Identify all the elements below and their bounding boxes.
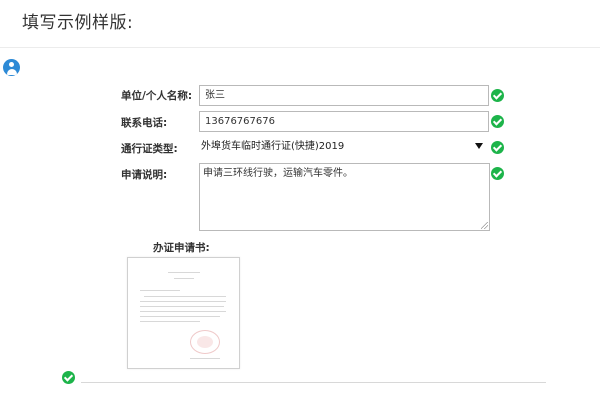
caret-down-icon[interactable] [475,143,483,149]
permit-type-label: 通行证类型: [121,143,178,155]
phone-input[interactable]: 13676767676 [199,111,489,132]
company-name-label: 单位/个人名称: [121,90,193,102]
description-label: 申请说明: [121,169,168,181]
application-document-thumbnail[interactable] [127,257,240,369]
company-name-input[interactable]: 张三 [199,85,489,106]
user-circle-icon [3,59,20,76]
resize-grip-icon[interactable] [481,222,488,229]
phone-label: 联系电话: [121,117,168,129]
page-heading: 填写示例样版: [22,13,134,33]
company-name-check-icon [491,89,504,102]
permit-type-selected-value: 外埠货车临时通行证(快捷)2019 [201,141,345,152]
form-complete-check-icon [62,371,75,384]
phone-check-icon [491,115,504,128]
application-document-label: 办证申请书: [153,242,210,254]
top-divider [0,47,600,48]
description-textarea[interactable]: 申请三环线行驶，运输汽车零件。 [199,163,490,231]
description-check-icon [491,167,504,180]
bottom-divider [81,382,546,383]
permit-type-select[interactable]: 外埠货车临时通行证(快捷)2019 [199,137,489,157]
permit-type-check-icon [491,141,504,154]
description-text: 申请三环线行驶，运输汽车零件。 [203,168,353,179]
